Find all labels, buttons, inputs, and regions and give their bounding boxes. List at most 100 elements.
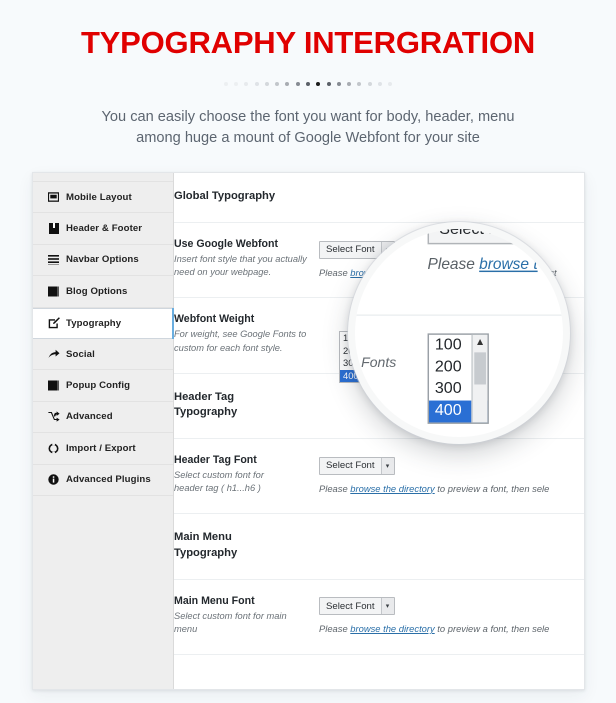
main-menu-font-select[interactable]: Select Font ▾ [319,597,395,616]
carousel-dot[interactable] [306,82,310,87]
sidebar-item-label: Typography [66,317,122,329]
field-label-block: Use Google Webfont Insert font style tha… [174,238,319,279]
carousel-dot[interactable] [367,82,372,87]
field-label: Webfont Weight [174,313,255,326]
sidebar-item-mobile-layout[interactable]: Mobile Layout [33,182,173,214]
sidebar-item-import-export[interactable]: Import / Export [33,433,173,465]
info-circle-icon [47,473,60,486]
hero-subtitle-line2: among huge a mount of Google Webfont for… [136,130,480,147]
carousel-dot[interactable] [244,82,249,87]
hero-subtitle: You can easily choose the font you want … [0,107,616,149]
sidebar-item-label: Navbar Options [66,254,139,266]
mobile-icon [47,191,60,204]
share-arrow-icon [47,348,60,361]
magnifier-viewport: Google Webfont rt font style that you ua… [355,229,563,437]
sidebar-item-label: Header & Footer [66,223,143,235]
sidebar: Layout Mobile Layout Header & Footer Nav… [33,173,174,689]
magnified-weight-listbox[interactable]: 100 200 300 400 ▲ [427,333,489,424]
field-description-line2: menu [174,623,198,634]
carousel-dot[interactable] [295,82,300,87]
browse-directory-link[interactable]: browse the directory [350,483,434,494]
magnified-field-label: Google Webfont [355,229,419,233]
header-font-select[interactable]: Select Font ▾ [319,456,395,475]
shuffle-icon [47,410,60,423]
book-stack-icon [47,285,60,298]
chevron-down-icon: ▾ [380,457,394,474]
sidebar-item-social[interactable]: Social [33,339,173,371]
hamburger-icon [47,253,60,266]
carousel-dot[interactable] [254,82,259,87]
carousel-dot[interactable] [233,82,238,87]
magnified-desc-line2: ually need on your [355,256,370,273]
header-font-hint: Please browse the directory to preview a… [319,483,584,494]
hint-suffix: to preview a font, then sele [434,623,550,635]
field-label-block: Header Tag Font Select custom font for h… [174,454,319,495]
main-menu-font-select-value: Select Font [326,600,375,612]
magnified-desc-line1: rt font style that you [355,237,378,254]
magnified-webfont-select[interactable]: Select Font ▾ [427,229,553,245]
field-control-block: Select Font ▾ Please browse the director… [319,454,584,495]
sidebar-item-typography[interactable]: Typography [33,307,174,340]
pencil-square-icon [47,317,60,330]
magnified-label-block: Google Webfont rt font style that you ua… [355,229,428,295]
sidebar-item-label: Import / Export [66,442,136,454]
carousel-dot[interactable] [275,82,280,87]
sidebar-item-advanced-plugins[interactable]: Advanced Plugins [33,465,173,496]
hint-prefix: Please [427,256,480,274]
magnified-field-weight: bfont Weight ight, see Google Fonts m fo… [355,316,563,437]
field-label-block: Webfont Weight For weight, see Google Fo… [174,313,319,354]
refresh-icon [47,442,60,455]
magnified-field-webfont: Google Webfont rt font style that you ua… [355,229,563,316]
field-main-menu-font: Main Menu Font Select custom font for ma… [174,580,584,656]
section-heading-line1: Header Tag [174,390,235,403]
header-font-select-value: Select Font [326,460,375,472]
hero-section: TYPOGRAPHY INTERGRATION You can easily c… [0,0,616,149]
carousel-dot[interactable] [285,82,290,87]
sidebar-item-header-footer[interactable]: Header & Footer [33,213,173,245]
carousel-dot[interactable] [264,82,269,87]
magnified-control-block: 100 200 300 400 ▲ [427,333,563,424]
carousel-dots[interactable] [0,79,616,89]
sidebar-item-popup-config[interactable]: Popup Config [33,370,173,402]
section-main-menu-typography: Main Menu Typography [174,514,584,580]
main-menu-font-hint: Please browse the directory to preview a… [319,623,584,634]
sidebar-item-blog-options[interactable]: Blog Options [33,276,173,308]
sidebar-item-layout-clipped[interactable]: Layout [33,173,173,182]
magnified-content: Google Webfont rt font style that you ua… [355,229,563,437]
carousel-dot[interactable] [357,82,362,87]
browse-directory-link[interactable]: browse the directory [350,623,434,634]
magnified-webfont-hint: Please browse t [427,256,563,274]
hero-subtitle-line1: You can easily choose the font you want … [101,109,515,126]
carousel-dot[interactable] [326,82,331,87]
sidebar-item-label: Blog Options [66,285,128,297]
section-global-typography: Global Typography [174,173,584,224]
field-control-block: Select Font ▾ Please browse the director… [319,595,584,636]
section-heading-line1: Main Menu [174,531,232,544]
field-header-tag-font: Header Tag Font Select custom font for h… [174,439,584,515]
carousel-dot[interactable] [223,82,228,87]
sidebar-item-navbar-options[interactable]: Navbar Options [33,245,173,277]
scroll-up-arrow-icon[interactable]: ▲ [473,335,488,351]
magnified-field-label: bfont Weight [355,333,419,351]
browse-directory-link[interactable]: browse t [479,256,537,274]
field-label: Main Menu Font [174,594,255,607]
book-icon [47,222,60,235]
field-description-line1: Select custom font for main [174,610,287,621]
scrollbar-thumb[interactable] [474,352,486,385]
carousel-dot[interactable] [316,82,321,87]
field-description: For weight, see Google Fonts to custom f… [174,329,307,353]
magnified-control-block: Select Font ▾ Please browse t [427,229,563,295]
chevron-down-icon: ▾ [380,598,394,615]
carousel-dot[interactable] [336,82,341,87]
chevron-down-icon: ▾ [530,229,552,243]
field-description-line1: Select custom font for [174,470,264,481]
sidebar-item-label: Mobile Layout [66,191,132,203]
magnified-select-value: Select Font [439,229,521,239]
sidebar-item-advanced[interactable]: Advanced [33,402,173,434]
carousel-dot[interactable] [347,82,352,87]
carousel-dot[interactable] [378,82,383,87]
carousel-dot[interactable] [388,82,393,87]
magnifier-lens: Google Webfont rt font style that you ua… [348,222,570,444]
hint-prefix: Please [319,482,351,494]
listbox-scrollbar[interactable]: ▲ [471,334,488,423]
